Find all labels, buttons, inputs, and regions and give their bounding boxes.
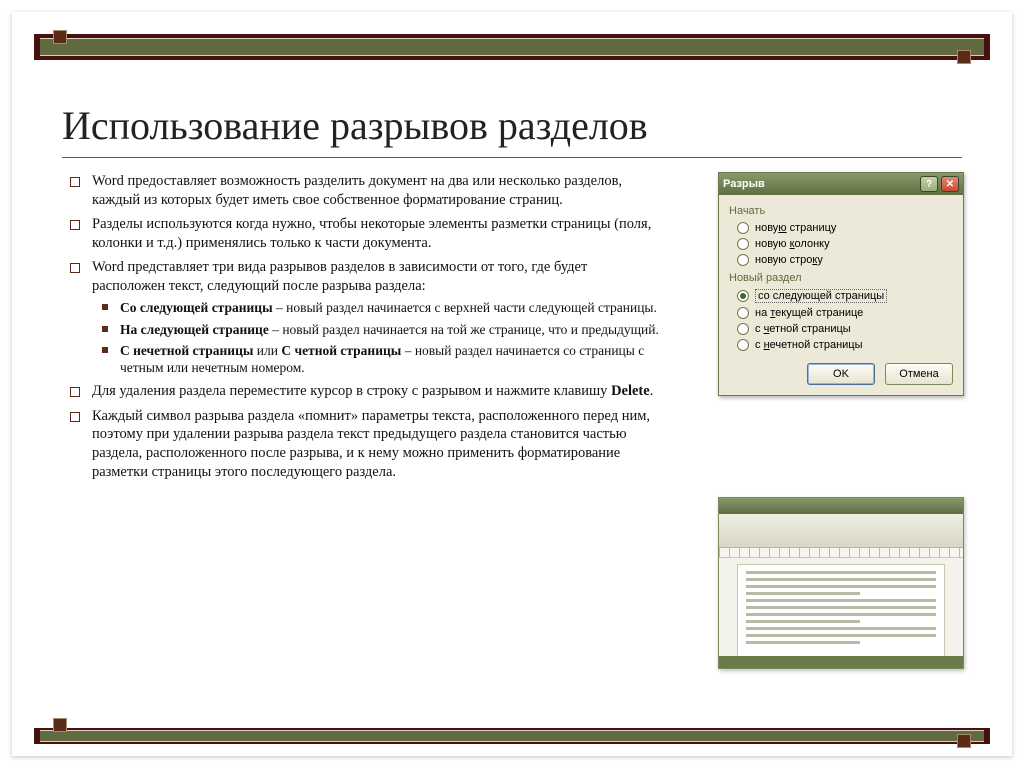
term: Со следующей страницы: [120, 300, 273, 315]
mini-page: [737, 564, 945, 660]
decor-square-tl: [53, 30, 67, 44]
mini-statusbar: [719, 656, 963, 668]
dialog-titlebar[interactable]: Разрыв ? ✕: [719, 173, 963, 195]
word-window-thumbnail: [718, 497, 964, 669]
slide-title: Использование разрывов разделов: [62, 102, 648, 149]
close-button[interactable]: ✕: [941, 176, 959, 192]
radio-icon: [737, 222, 749, 234]
radio-icon: [737, 290, 749, 302]
mini-toolbar: [719, 514, 963, 548]
bullet-item: Каждый символ разрыва раздела «помнит» п…: [62, 407, 662, 481]
sub-bullet: На следующей странице – новый раздел нач…: [92, 321, 662, 338]
ok-button[interactable]: OK: [807, 363, 875, 385]
dialog-title: Разрыв: [723, 178, 765, 190]
radio-icon: [737, 323, 749, 335]
radio-current-page[interactable]: на текущей странице: [729, 305, 953, 321]
text: Word предоставляет возможность разделить…: [92, 173, 622, 208]
bullet-item: Word представляет три вида разрывов разд…: [62, 258, 662, 376]
bullet-item: Word предоставляет возможность разделить…: [62, 172, 662, 209]
radio-icon: [737, 238, 749, 250]
text: Word представляет три вида разрывов разд…: [92, 259, 587, 294]
text: – новый раздел начинается на той же стра…: [269, 322, 659, 337]
term: С четной страницы: [281, 343, 401, 358]
radio-even-page[interactable]: с четной страницы: [729, 321, 953, 337]
text: Для удаления раздела переместите курсор …: [92, 383, 611, 399]
radio-icon: [737, 307, 749, 319]
help-icon: ?: [926, 179, 932, 190]
radio-odd-page[interactable]: с нечетной страницы: [729, 337, 953, 353]
sub-bullet: Со следующей страницы – новый раздел нач…: [92, 299, 662, 316]
bullet-item: Для удаления раздела переместите курсор …: [62, 382, 662, 401]
radio-icon: [737, 254, 749, 266]
radio-new-line[interactable]: новую строку: [729, 252, 953, 268]
label: Отмена: [899, 368, 938, 380]
break-dialog: Разрыв ? ✕ Начать новую страницу новую к…: [718, 172, 964, 396]
radio-icon: [737, 339, 749, 351]
bullet-item: Разделы используются когда нужно, чтобы …: [62, 215, 662, 252]
help-button[interactable]: ?: [920, 176, 938, 192]
radio-new-page[interactable]: новую страницу: [729, 220, 953, 236]
group-label-section: Новый раздел: [729, 272, 953, 284]
close-icon: ✕: [946, 179, 954, 190]
text: или: [253, 343, 281, 358]
title-underline: [62, 157, 962, 158]
radio-new-column[interactable]: новую колонку: [729, 236, 953, 252]
sub-bullet: С нечетной страницы или С четной страниц…: [92, 342, 662, 377]
mini-ruler: [719, 548, 963, 558]
radio-next-page[interactable]: со следующей страницы: [729, 287, 953, 305]
label: OK: [833, 368, 849, 380]
decor-square-tr: [957, 50, 971, 64]
text: .: [650, 383, 654, 399]
body-text: Word предоставляет возможность разделить…: [62, 172, 662, 487]
text: – новый раздел начинается с верхней част…: [273, 300, 657, 315]
cancel-button[interactable]: Отмена: [885, 363, 953, 385]
mini-titlebar: [719, 498, 963, 514]
dialog-body: Начать новую страницу новую колонку нову…: [719, 195, 963, 395]
decor-square-br: [957, 734, 971, 748]
text: Разделы используются когда нужно, чтобы …: [92, 216, 651, 251]
decor-bar-top-inner: [40, 38, 984, 56]
term: На следующей странице: [120, 322, 269, 337]
term: С нечетной страницы: [120, 343, 253, 358]
term: Delete: [611, 383, 650, 399]
decor-square-bl: [53, 718, 67, 732]
slide: Использование разрывов разделов Word пре…: [12, 12, 1012, 756]
decor-bar-bottom-inner: [40, 730, 984, 742]
text: Каждый символ разрыва раздела «помнит» п…: [92, 408, 650, 480]
group-label-start: Начать: [729, 205, 953, 217]
